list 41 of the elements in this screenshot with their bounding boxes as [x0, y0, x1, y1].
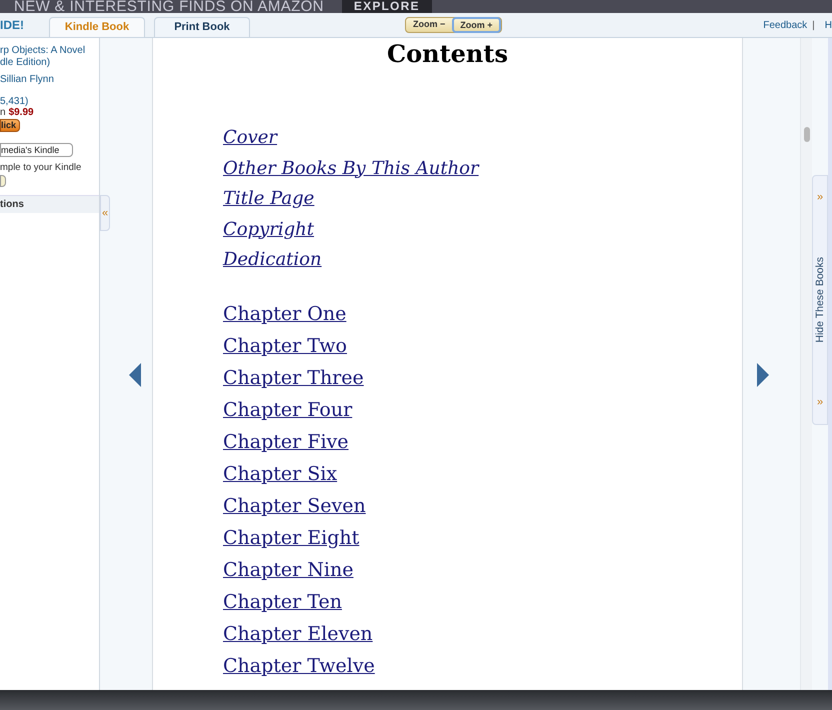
toc-link[interactable]: Chapter Nine — [223, 554, 354, 586]
toc-link[interactable]: Chapter Ten — [223, 586, 342, 618]
toc-link[interactable]: Chapter One — [223, 298, 346, 330]
section-header: tions — [0, 195, 99, 214]
send-button[interactable] — [0, 175, 6, 188]
price-label: n — [0, 107, 6, 118]
zoom-out-button[interactable]: Zoom − — [406, 18, 452, 32]
scrollbar-thumb[interactable] — [804, 127, 810, 142]
device-select[interactable]: media's Kindle — [0, 143, 73, 157]
toc-link[interactable]: Chapter Eleven — [223, 618, 373, 650]
zoom-in-button[interactable]: Zoom + — [452, 17, 501, 33]
toc-link[interactable]: Chapter Six — [223, 458, 338, 490]
toc-link[interactable]: Chapter Twelve — [223, 650, 375, 682]
toc-link[interactable]: Chapter Five — [223, 426, 349, 458]
tab[interactable]: Print Book — [154, 17, 250, 37]
toc-link[interactable]: Dedication — [223, 245, 322, 276]
sample-text: mple to your Kindle — [0, 161, 82, 175]
brand-text: IDE! — [0, 17, 24, 34]
toc-link[interactable]: Copyright — [223, 214, 314, 245]
banner-text: NEW & INTERESTING FINDS ON AMAZON — [14, 0, 324, 13]
toc-link[interactable]: Chapter Eight — [223, 522, 360, 554]
toc-link[interactable]: Chapter Four — [223, 394, 352, 426]
buy-button[interactable]: lick — [0, 119, 20, 132]
review-count[interactable]: 5,431) — [0, 96, 99, 107]
link-separator: | — [812, 18, 815, 32]
header-link[interactable]: H — [824, 18, 832, 32]
toc-link[interactable]: Chapter Three — [223, 362, 364, 394]
previous-page-icon[interactable] — [129, 363, 141, 387]
toc-link[interactable]: Cover — [223, 123, 278, 154]
toc-link[interactable]: Chapter Two — [223, 330, 347, 362]
next-page-icon[interactable] — [757, 363, 769, 387]
side-tab-label: Hide These Books — [814, 257, 826, 343]
toc-link[interactable]: Title Page — [223, 184, 314, 214]
page-heading: Contents — [386, 39, 509, 69]
author-link[interactable]: Sillian Flynn — [0, 72, 99, 87]
book-title-link[interactable]: rp Objects: A Novel dle Edition) — [0, 45, 99, 69]
price-text: $9.99 — [8, 107, 34, 118]
explore-button[interactable]: EXPLORE — [342, 0, 432, 13]
header-link[interactable]: Feedback — [763, 18, 808, 32]
toc-link[interactable]: Chapter Seven — [223, 490, 366, 522]
toc-link[interactable]: Other Books By This Author — [223, 154, 479, 184]
